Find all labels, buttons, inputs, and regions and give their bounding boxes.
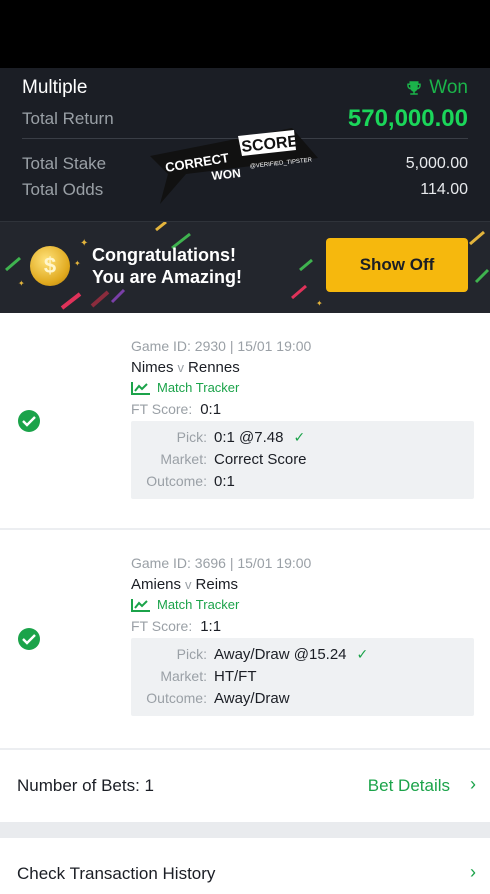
bet-type-title: Multiple [22,77,88,98]
svg-text:✦: ✦ [316,299,323,308]
home-team: Nimes [131,359,174,376]
pick-label: Pick: [176,646,207,662]
congratulations-text: Congratulations! You are Amazing! [92,244,242,288]
bet-details-link[interactable]: Bet Details [368,776,450,796]
market-value: HT/FT [214,668,257,685]
match-teams: Nimes v Rennes [131,359,240,376]
transaction-history-row[interactable]: Check Transaction History › [0,838,490,894]
match-teams: Amiens v Reims [131,576,238,593]
chevron-right-icon[interactable]: › [470,774,476,795]
check-transaction-history-link[interactable]: Check Transaction History [17,864,215,884]
svg-text:✦: ✦ [18,279,25,288]
total-return-label: Total Return [22,109,114,128]
match-tracker-label: Match Tracker [157,597,240,612]
number-of-bets-label: Number of Bets: 1 [17,776,155,795]
won-label: Won [429,77,468,98]
ft-score: FT Score: 1:1 [131,618,221,635]
match-tracker-label: Match Tracker [157,380,240,395]
outcome-label: Outcome: [146,690,207,706]
congratulations-line2: You are Amazing! [92,267,243,287]
ft-score-value: 0:1 [200,401,222,418]
away-team: Rennes [188,359,240,376]
congratulations-line1: Congratulations! [92,245,236,265]
market-label: Market: [160,451,207,467]
check-circle-icon [18,628,40,650]
bet-selection: Game ID: 2930 | 15/01 19:00 Nimes v Rennes… [0,313,490,528]
show-off-button[interactable]: Show Off [326,238,468,292]
svg-text:✦: ✦ [74,259,81,268]
away-team: Reims [195,576,239,593]
match-tracker-link[interactable]: Match Tracker [131,597,239,612]
watermark-won: WON [211,166,242,183]
home-team: Amiens [131,576,182,593]
pick-value: Away/Draw @15.24 [214,646,347,663]
checkmark-icon: ✓ [356,646,369,662]
versus-label: v [177,360,185,375]
total-stake-label: Total Stake [22,154,107,173]
bet-selection: Game ID: 3696 | 15/01 19:00 Amiens v Reims… [0,530,490,748]
pick-value: 0:1 @7.48 [214,429,284,446]
outcome-value: Away/Draw [214,690,290,707]
ft-score-value: 1:1 [200,618,222,635]
pick-label: Pick: [176,429,207,445]
won-status: Won [405,77,468,99]
ft-score: FT Score: 0:1 [131,401,221,418]
check-circle-icon [18,410,40,432]
ft-score-label: FT Score: [131,618,193,634]
market-label: Market: [160,668,207,684]
market-value: Correct Score [214,451,307,468]
trophy-icon [407,81,422,95]
total-odds-value: 114.00 [420,181,468,198]
status-bar [0,0,490,68]
total-return-value: 570,000.00 [347,105,468,132]
pick-details-box: Pick: 0:1 @7.48 ✓ Market: Correct Score … [131,421,474,499]
congratulations-banner: ✦ ✦ ✦ ✦ $ Congratulations! You are Amazi… [0,221,490,313]
pick-details-box: Pick: Away/Draw @15.24 ✓ Market: HT/FT O… [131,638,474,716]
match-tracker-link[interactable]: Match Tracker [131,380,239,395]
chevron-right-icon[interactable]: › [470,862,476,883]
section-gap [0,822,490,838]
svg-text:✦: ✦ [80,238,88,249]
coin-icon: $ [30,246,70,286]
chart-icon [131,598,150,612]
game-id: Game ID: 2930 | 15/01 19:00 [131,338,312,354]
correct-score-watermark: CORRECT SCORE WON @VERIFIED_TIPSTER [150,128,318,204]
number-of-bets-row: Number of Bets: 1 Bet Details › [0,750,490,822]
outcome-value: 0:1 [214,473,235,490]
checkmark-icon: ✓ [293,429,306,445]
total-odds-label: Total Odds [22,180,104,199]
ft-score-label: FT Score: [131,401,193,417]
chart-icon [131,381,150,395]
game-id: Game ID: 3696 | 15/01 19:00 [131,555,312,571]
total-stake-value: 5,000.00 [405,155,468,172]
versus-label: v [185,577,192,592]
outcome-label: Outcome: [146,473,207,489]
